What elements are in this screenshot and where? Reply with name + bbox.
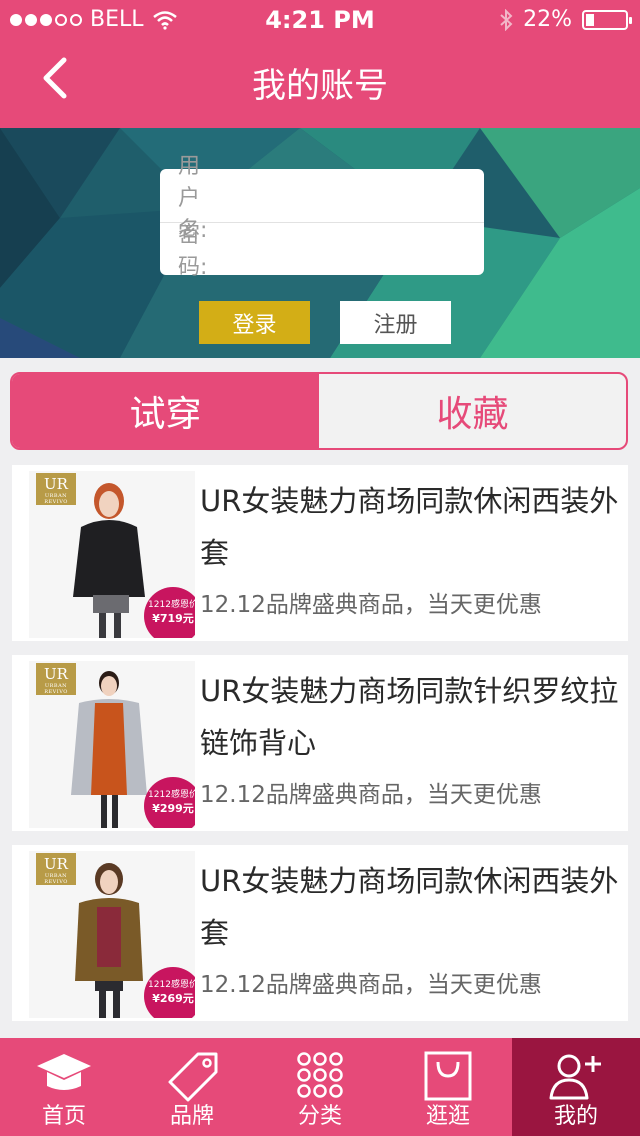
username-field[interactable]: 用户名: bbox=[160, 154, 502, 243]
login-form: 用户名: 密 码: bbox=[160, 154, 517, 280]
top-bar: BELL 4:21 PM 22% 我的账号 bbox=[0, 0, 640, 128]
tab-browse[interactable]: 逛逛 bbox=[384, 1038, 512, 1136]
tab-try-on[interactable]: 试穿 bbox=[12, 374, 319, 448]
battery-percent: 22% bbox=[523, 7, 572, 32]
status-bar: BELL 4:21 PM 22% bbox=[0, 0, 640, 40]
tab-favorites[interactable]: 收藏 bbox=[319, 374, 626, 448]
product-desc: 12.12品牌盛典商品，当天更优惠 bbox=[200, 972, 542, 998]
tab-brand-label: 品牌 bbox=[169, 1104, 214, 1129]
password-input[interactable] bbox=[228, 236, 517, 262]
list-item[interactable]: UR URBAN REVIVO 1212感恩价 ¥269元 UR女装魅力商场同款休… bbox=[12, 845, 628, 1021]
graduation-cap-icon bbox=[37, 1054, 91, 1090]
product-list: UR URBAN REVIVO 1212感恩价 ¥719元 UR女装魅力商场同款休… bbox=[12, 465, 628, 1035]
product-name: UR女装魅力商场同款休闲西装外套 bbox=[200, 864, 619, 950]
login-button[interactable]: 登录 bbox=[199, 301, 310, 344]
username-input[interactable] bbox=[213, 182, 502, 209]
nav-bar: 我的账号 bbox=[0, 40, 640, 128]
product-desc: 12.12品牌盛典商品，当天更优惠 bbox=[200, 782, 542, 808]
password-label: 密 码: bbox=[178, 223, 223, 280]
product-desc: 12.12品牌盛典商品，当天更优惠 bbox=[200, 592, 542, 618]
password-field[interactable]: 密 码: bbox=[160, 222, 517, 280]
tab-home-label: 首页 bbox=[41, 1104, 86, 1129]
tab-mine[interactable]: 我的 bbox=[512, 1038, 640, 1136]
tab-browse-label: 逛逛 bbox=[425, 1104, 470, 1129]
shopping-bag-icon bbox=[424, 1051, 472, 1101]
product-image: UR URBAN REVIVO 1212感恩价 ¥299元 bbox=[29, 661, 195, 828]
segment-tabs: 试穿 收藏 bbox=[10, 372, 628, 450]
add-user-icon bbox=[549, 1054, 601, 1100]
tab-home[interactable]: 首页 bbox=[0, 1038, 128, 1136]
product-name: UR女装魅力商场同款休闲西装外套 bbox=[200, 484, 619, 570]
product-name: UR女装魅力商场同款针织罗纹拉链饰背心 bbox=[200, 674, 619, 760]
tab-mine-label: 我的 bbox=[553, 1104, 598, 1129]
tab-brand[interactable]: 品牌 bbox=[128, 1038, 256, 1136]
grid-dots-icon bbox=[297, 1052, 343, 1098]
bottom-tab-bar: 首页 品牌 分类 逛逛 我的 bbox=[0, 1038, 640, 1136]
register-button[interactable]: 注册 bbox=[340, 301, 451, 344]
bluetooth-icon bbox=[500, 8, 513, 31]
product-image: UR URBAN REVIVO 1212感恩价 ¥719元 bbox=[29, 471, 195, 638]
page-title: 我的账号 bbox=[252, 66, 388, 106]
product-image: UR URBAN REVIVO 1212感恩价 ¥269元 bbox=[29, 851, 195, 1018]
list-item[interactable]: UR URBAN REVIVO 1212感恩价 ¥299元 UR女装魅力商场同款针… bbox=[12, 655, 628, 831]
tab-category[interactable]: 分类 bbox=[256, 1038, 384, 1136]
price-badge: 1212感恩价 ¥719元 bbox=[144, 587, 195, 638]
login-hero: 用户名: 密 码: 登录 注册 bbox=[0, 128, 640, 358]
tab-category-label: 分类 bbox=[297, 1104, 342, 1129]
status-right: 22% bbox=[499, 7, 632, 32]
price-badge: 1212感恩价 ¥299元 bbox=[144, 777, 195, 828]
battery-icon bbox=[582, 9, 632, 30]
list-item[interactable]: UR URBAN REVIVO 1212感恩价 ¥719元 UR女装魅力商场同款休… bbox=[12, 465, 628, 641]
price-badge: 1212感恩价 ¥269元 bbox=[144, 967, 195, 1018]
